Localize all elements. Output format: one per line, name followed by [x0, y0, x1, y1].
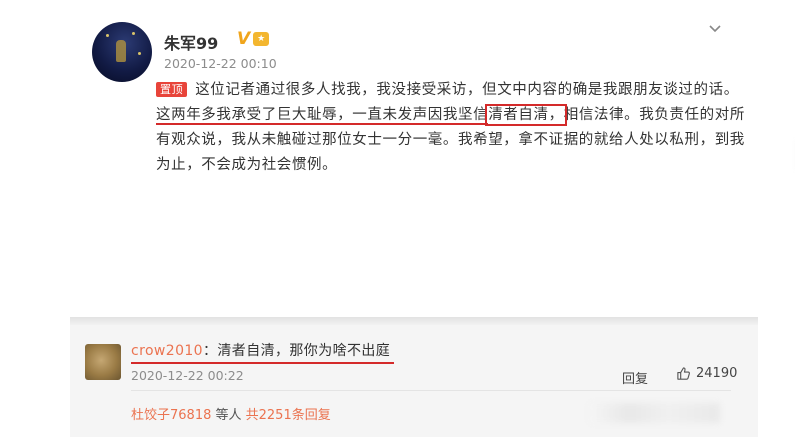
post-text-part1: 这位记者通过很多人找我，我没接受采访，但文中内容的确是我跟朋友谈过的话。 — [195, 82, 739, 98]
thumbs-up-icon — [677, 367, 690, 380]
red-underline-mark — [131, 362, 394, 364]
avatar-decor — [106, 34, 109, 37]
avatar[interactable] — [92, 22, 152, 82]
user-badges: V ★ — [237, 29, 270, 49]
comment-card: crow2010：清者自清，那你为啥不出庭 2020-12-22 00:22 回… — [70, 317, 758, 437]
replies-mid: 等人 — [211, 408, 246, 423]
post-timestamp[interactable]: 2020-12-22 00:10 — [164, 56, 277, 71]
post-text-boxed-punct: ， — [548, 107, 564, 123]
comment-separator: ： — [203, 343, 218, 359]
level-badge-icon: ★ — [253, 32, 270, 46]
verified-icon: V — [237, 29, 251, 49]
like-count: 24190 — [696, 366, 738, 381]
comment-timestamp: 2020-12-22 00:22 — [131, 368, 244, 383]
divider — [131, 390, 731, 391]
comment-username[interactable]: crow2010 — [131, 343, 203, 359]
mosaic-blur — [590, 403, 720, 423]
reply-button[interactable]: 回复 — [622, 368, 648, 387]
avatar-decor — [116, 40, 126, 62]
post-username[interactable]: 朱军99 — [164, 30, 218, 54]
post-text-boxed: 清者自清， — [485, 104, 567, 126]
like-button[interactable]: 24190 — [676, 366, 737, 381]
replies-count[interactable]: 共2251条回复 — [246, 408, 331, 423]
comment-avatar[interactable] — [85, 344, 121, 380]
cropped-edge — [70, 317, 758, 325]
replies-user[interactable]: 杜饺子76818 — [131, 408, 211, 423]
post-text-boxed-words: 清者自清 — [488, 107, 549, 123]
weibo-post-card: 朱军99 V ★ 2020-12-22 00:10 置顶 这位记者通过很多人找我，… — [77, 8, 795, 186]
avatar-decor — [132, 32, 135, 35]
post-text-underlined: 这两年多我承受了巨大耻辱，一直未发声因我坚信 — [156, 107, 489, 125]
post-body: 置顶 这位记者通过很多人找我，我没接受采访，但文中内容的确是我跟朋友谈过的话。这两… — [156, 78, 746, 178]
pin-tag: 置顶 — [156, 82, 188, 97]
replies-summary[interactable]: 杜饺子76818 等人 共2251条回复 — [131, 404, 331, 423]
avatar-decor — [138, 52, 141, 55]
comment-text: 清者自清，那你为啥不出庭 — [217, 343, 391, 359]
comment-line: crow2010：清者自清，那你为啥不出庭 — [131, 340, 390, 360]
chevron-down-icon[interactable] — [708, 22, 722, 36]
